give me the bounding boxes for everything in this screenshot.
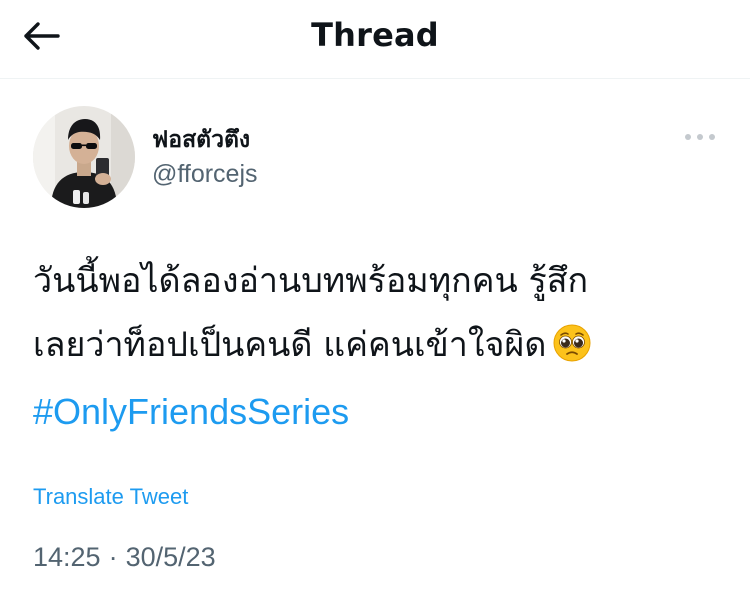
tweet-date: 30/5/23: [125, 542, 216, 572]
top-bar: Thread: [0, 0, 750, 78]
translate-tweet-link[interactable]: Translate Tweet: [33, 484, 188, 510]
timestamp-separator: ·: [108, 542, 118, 572]
author-avatar[interactable]: [33, 106, 135, 208]
author-display-name[interactable]: ฟอสตัวตึง: [152, 122, 250, 158]
tweet-text-line: เลยว่าท็อปเป็นคนดี แค่คนเข้าใจผิด: [33, 314, 723, 378]
hashtag-link[interactable]: #OnlyFriendsSeries: [33, 378, 723, 446]
tweet-time: 14:25: [33, 542, 101, 572]
tweet-body: วันนี้พอได้ลองอ่านบทพร้อมทุกคน รู้สึก เล…: [33, 250, 723, 445]
header-divider: [0, 78, 750, 79]
page-title: Thread: [311, 16, 439, 54]
more-options-button[interactable]: [680, 124, 720, 150]
author-handle[interactable]: @fforcejs: [152, 160, 258, 189]
more-horizontal-icon: [684, 128, 716, 146]
tweet-text-line-content: เลยว่าท็อปเป็นคนดี แค่คนเข้าใจผิด: [33, 324, 547, 365]
pleading-face-emoji: [552, 321, 592, 362]
tweet-timestamp[interactable]: 14:25 · 30/5/23: [33, 542, 216, 573]
tweet-text-line: วันนี้พอได้ลองอ่านบทพร้อมทุกคน รู้สึก: [33, 261, 589, 301]
